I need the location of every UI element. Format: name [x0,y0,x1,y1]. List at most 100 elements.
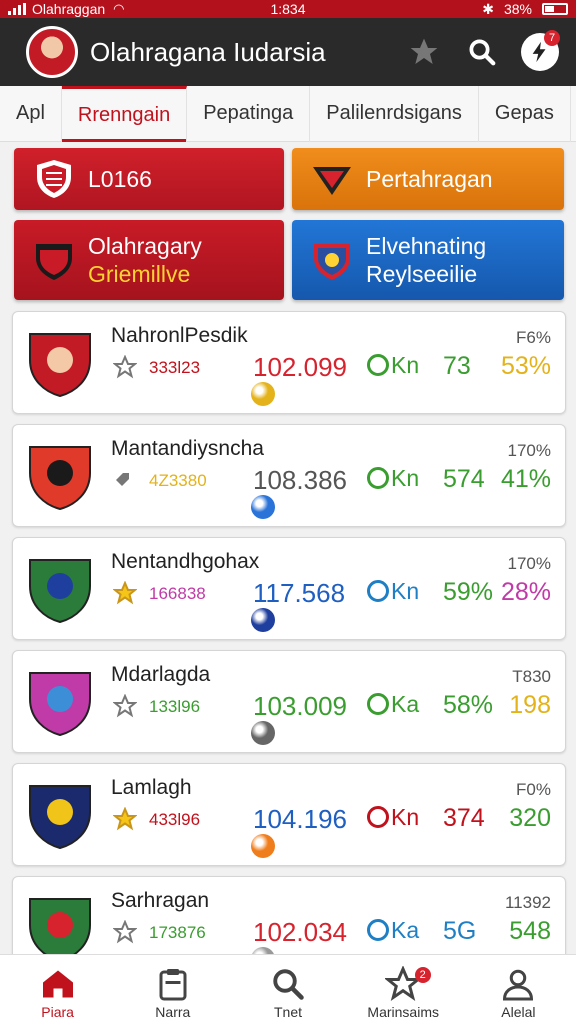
item-score: 117.568 [253,578,346,608]
avatar[interactable] [26,26,78,78]
item-status-label: Kn [391,578,420,604]
item-status: Ka [367,917,419,944]
clipboard-icon [159,969,187,1001]
team-name: Lamlagh [111,776,192,799]
search-icon [273,969,304,1000]
item-status: Kn [367,804,419,831]
star-icon[interactable] [113,807,137,831]
category-button-l0166[interactable]: L0166 [14,148,284,210]
item-percent: 198 [509,691,551,719]
item-score: 102.034 [253,917,347,947]
nav-item-home[interactable]: Piara [0,955,115,1024]
item-score: 102.099 [253,352,347,382]
category-label: Pertahragan [366,166,493,192]
nav-label: Marinsaims [367,1004,439,1020]
item-stat: 170% [507,441,551,460]
item-status-label: Ka [391,917,420,943]
item-value: 59% [443,578,494,606]
item-status: Kn [367,578,419,605]
team-crest-icon [29,559,91,624]
nav-label: Alelal [501,1004,536,1020]
crest-icon [314,244,350,280]
star-icon[interactable] [113,581,137,605]
list-item[interactable]: Mantandiysncha 170% 4Z3380 108.386 Kn 574 41% [12,424,566,527]
team-name: Mantandiysncha [111,437,264,460]
notifications-button[interactable]: 7 [518,30,562,74]
search-button[interactable] [460,30,504,74]
star-icon[interactable] [113,920,137,944]
list-item[interactable]: Nentandhgohax 170% 166838 117.568 Kn 59% 28% [12,537,566,640]
category-sublabel: Griemillve [88,261,191,287]
search-icon [469,39,496,66]
tab-apl[interactable]: Apl [0,85,62,142]
ball-icon [251,721,275,745]
nav-label: Piara [41,1004,74,1020]
category-label: Olahragary [88,233,202,259]
item-stat: F0% [516,780,551,799]
category-button-pertahragan[interactable]: Pertahragan [292,148,564,210]
ball-icon [251,495,275,519]
favorite-button[interactable] [402,30,446,74]
status-ring-icon [367,919,389,941]
tab-gepas[interactable]: Gepas [479,85,571,142]
status-ring-icon [367,806,389,828]
tab-pepatinga[interactable]: Pepatinga [187,85,311,142]
carrier-name: Olahraggan [32,1,106,17]
nav-label: Narra [155,1004,191,1020]
item-value: 374 [443,804,485,832]
team-name: Mdarlagda [111,663,211,686]
item-percent: 548 [509,917,551,945]
nav-badge: 2 [414,967,431,983]
team-crest-icon [29,785,91,850]
ball-icon [251,834,275,858]
list-item[interactable]: NahronlPesdik F6% 333l23 102.099 Kn 73 53% [12,311,566,414]
item-status-label: Ka [391,691,420,717]
team-crest-icon [29,672,91,737]
category-sublabel: Reylseeilie [366,261,478,287]
item-code: 333l23 [149,358,201,377]
nav-item-clipboard[interactable]: Narra [115,955,230,1024]
item-stat: F6% [516,328,551,347]
item-stat: 11392 [504,893,551,912]
item-code: 166838 [149,584,206,603]
item-percent: 28% [500,578,551,606]
tab-palilenrdsigans[interactable]: Palilenrdsigans [310,85,479,142]
status-ring-icon [367,467,389,489]
item-percent: 53% [500,352,551,380]
team-crest-icon [29,446,91,511]
category-button-olahragary[interactable]: Olahragary Griemillve [14,220,284,300]
list-item[interactable]: Mdarlagda T830 133l96 103.009 Ka 58% 198 [12,650,566,753]
team-name: NahronlPesdik [111,324,248,347]
list-item[interactable]: Lamlagh F0% 433l96 104.196 Kn 374 320 [12,763,566,866]
status-bar: Olahraggan ◠ 1:834 ✱ 38% [0,0,576,18]
page-title: Olahragana Iudarsia [90,36,326,67]
item-score: 103.009 [253,691,347,721]
battery-percent: 38% [503,1,532,17]
home-icon [42,970,73,998]
item-value: 5G [443,917,477,945]
tab-rrenngain[interactable]: Rrenngain [61,85,188,142]
item-code: 133l96 [149,697,201,716]
category-label: Elvehnating [366,233,487,259]
battery-icon [542,3,568,15]
nav-item-search[interactable]: Tnet [230,955,345,1024]
bluetooth-icon: ✱ [482,0,494,17]
bottom-nav: Piara Narra Tnet 2 Marinsaims Alelal [0,954,576,1024]
app-header: Olahragana Iudarsia 7 [0,18,576,86]
item-percent: 320 [509,804,551,832]
category-label-group: Elvehnating Reylseeilie [366,232,486,288]
category-label: L0166 [88,166,152,192]
item-stat: 170% [507,554,551,573]
item-code: 4Z3380 [149,471,207,490]
category-button-elvehnating[interactable]: Elvehnating Reylseeilie [292,220,564,300]
item-status-label: Kn [391,465,420,491]
item-score: 108.386 [253,465,347,495]
star-icon[interactable] [113,355,137,379]
star-icon[interactable] [113,694,137,718]
item-status-label: Kn [391,352,420,378]
team-crest-icon [29,898,91,963]
nav-item-favorites[interactable]: 2 Marinsaims [346,955,461,1024]
ball-icon [251,608,275,632]
wifi-icon: ◠ [113,1,125,16]
nav-item-profile[interactable]: Alelal [461,955,576,1024]
